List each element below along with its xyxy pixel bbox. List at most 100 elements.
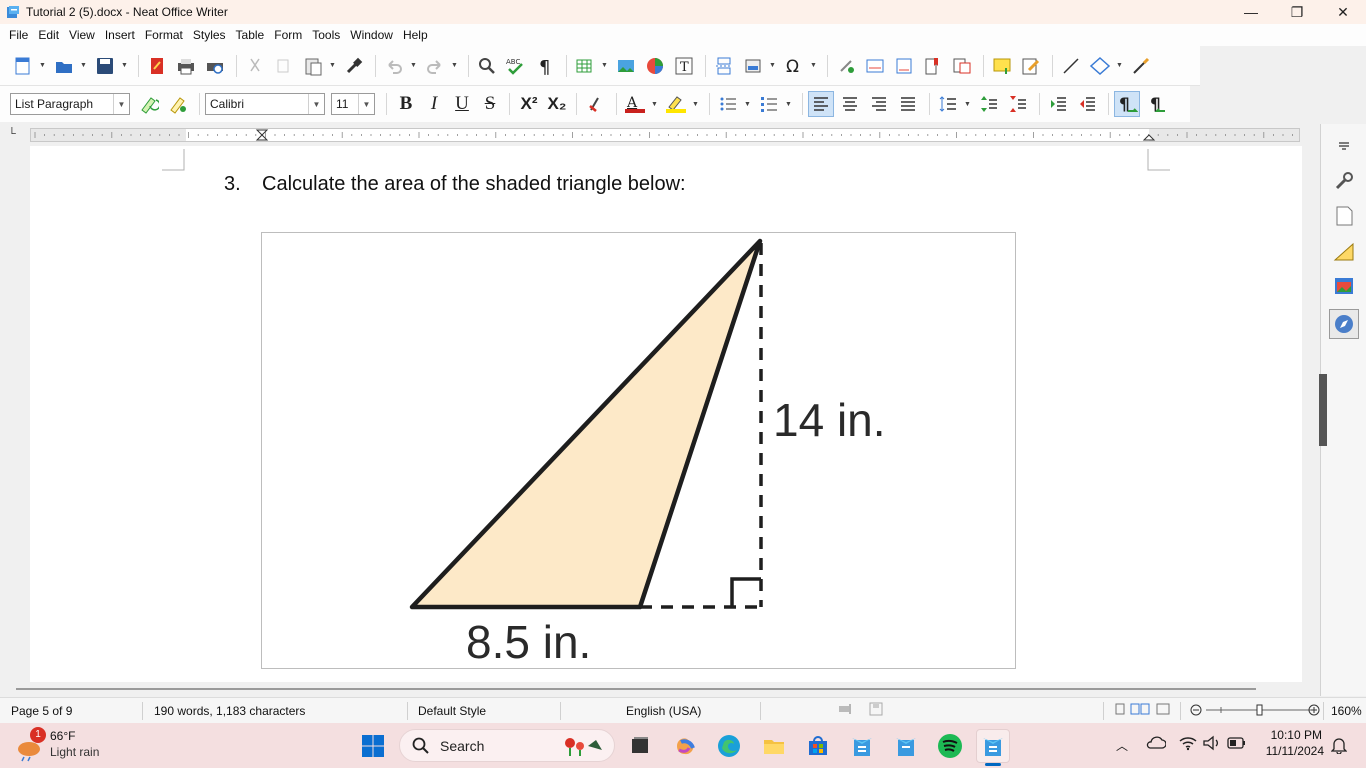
print-preview-icon[interactable] xyxy=(202,53,228,79)
menu-tools[interactable]: Tools xyxy=(307,28,345,42)
save-icon[interactable] xyxy=(92,53,118,79)
task-view-icon[interactable] xyxy=(623,729,657,763)
neat-office-taskbar-icon-2[interactable] xyxy=(889,729,923,763)
align-center-icon[interactable] xyxy=(837,91,863,117)
microsoft-store-icon[interactable] xyxy=(801,729,835,763)
print-icon[interactable] xyxy=(173,53,199,79)
new-style-icon[interactable] xyxy=(165,91,191,117)
zoom-slider[interactable] xyxy=(1190,703,1322,720)
menu-form[interactable]: Form xyxy=(269,28,307,42)
ordered-list-icon[interactable] xyxy=(756,91,782,117)
font-color-icon[interactable]: A xyxy=(622,91,648,117)
align-left-icon[interactable] xyxy=(808,91,834,117)
insert-field-icon[interactable] xyxy=(740,53,766,79)
chevron-down-icon[interactable]: ▼ xyxy=(113,94,129,114)
insert-footnote-icon[interactable] xyxy=(862,53,888,79)
question-paragraph[interactable]: 3. Calculate the area of the shaded trian… xyxy=(224,173,686,196)
draw-function-icon[interactable] xyxy=(1128,53,1154,79)
menu-styles[interactable]: Styles xyxy=(188,28,231,42)
notification-bell-icon[interactable] xyxy=(1330,736,1348,757)
volume-icon[interactable] xyxy=(1202,735,1222,754)
undo-dropdown-icon[interactable]: ▼ xyxy=(410,62,418,69)
restore-button[interactable]: ❐ xyxy=(1274,0,1320,24)
spelling-icon[interactable]: ABC xyxy=(503,53,529,79)
shapes-dropdown-icon[interactable]: ▼ xyxy=(1116,62,1124,69)
right-to-left-icon[interactable]: ¶ xyxy=(1143,91,1169,117)
minimize-button[interactable]: — xyxy=(1228,0,1274,24)
line-spacing-icon[interactable] xyxy=(935,91,961,117)
start-button[interactable] xyxy=(356,729,390,763)
insert-line-icon[interactable] xyxy=(1058,53,1084,79)
justify-icon[interactable] xyxy=(895,91,921,117)
update-style-icon[interactable] xyxy=(136,91,162,117)
left-to-right-icon[interactable]: ¶ xyxy=(1114,91,1140,117)
spotify-icon[interactable] xyxy=(933,729,967,763)
navigator-icon[interactable] xyxy=(1328,309,1359,339)
document-canvas[interactable]: 3. Calculate the area of the shaded trian… xyxy=(0,146,1320,682)
italic-button[interactable]: I xyxy=(420,93,448,115)
underline-button[interactable]: U xyxy=(448,93,476,115)
highlight-color-icon[interactable] xyxy=(663,91,689,117)
open-dropdown-icon[interactable]: ▼ xyxy=(80,62,88,69)
triangle-figure[interactable]: 14 in. 8.5 in. xyxy=(261,232,1016,669)
document-modified-icon[interactable] xyxy=(869,702,883,719)
clock-time[interactable]: 10:10 PM xyxy=(1262,728,1322,742)
track-changes-icon[interactable] xyxy=(1018,53,1044,79)
special-char-dropdown-icon[interactable]: ▼ xyxy=(810,62,818,69)
page-style[interactable]: Default Style xyxy=(418,704,486,718)
open-folder-icon[interactable] xyxy=(51,53,77,79)
menu-table[interactable]: Table xyxy=(231,28,270,42)
menu-edit[interactable]: Edit xyxy=(33,28,64,42)
redo-dropdown-icon[interactable]: ▼ xyxy=(451,62,459,69)
properties-icon[interactable] xyxy=(1332,169,1356,193)
formatting-marks-icon[interactable]: ¶ xyxy=(532,53,558,79)
align-right-icon[interactable] xyxy=(866,91,892,117)
special-character-icon[interactable]: Ω xyxy=(781,53,807,79)
unordered-list-icon[interactable] xyxy=(715,91,741,117)
subscript-button[interactable]: X₂ xyxy=(543,94,571,114)
new-dropdown-icon[interactable]: ▼ xyxy=(39,62,47,69)
word-count[interactable]: 190 words, 1,183 characters xyxy=(154,704,305,718)
styles-icon[interactable] xyxy=(1332,239,1356,263)
tab-stop-selector-icon[interactable]: └ xyxy=(8,128,16,140)
clear-formatting-icon[interactable] xyxy=(582,91,608,117)
increase-indent-icon[interactable] xyxy=(1045,91,1071,117)
battery-icon[interactable] xyxy=(1227,737,1247,752)
paragraph-style-select[interactable]: List Paragraph ▼ xyxy=(10,93,130,115)
zoom-level[interactable]: 160% xyxy=(1331,704,1362,718)
menu-insert[interactable]: Insert xyxy=(100,28,140,42)
page-icon[interactable] xyxy=(1332,204,1356,228)
insert-hyperlink-icon[interactable] xyxy=(833,53,859,79)
selection-mode-icon[interactable] xyxy=(838,703,852,718)
paste-dropdown-icon[interactable]: ▼ xyxy=(329,62,337,69)
menu-view[interactable]: View xyxy=(64,28,100,42)
insert-table-icon[interactable] xyxy=(572,53,598,79)
export-pdf-icon[interactable] xyxy=(144,53,170,79)
undo-icon[interactable] xyxy=(381,53,407,79)
menu-format[interactable]: Format xyxy=(140,28,188,42)
paste-icon[interactable] xyxy=(300,53,326,79)
menu-window[interactable]: Window xyxy=(345,28,398,42)
line-spacing-dropdown-icon[interactable]: ▼ xyxy=(964,101,972,108)
bold-button[interactable]: B xyxy=(392,93,420,115)
cut-icon[interactable] xyxy=(242,53,268,79)
superscript-button[interactable]: X² xyxy=(515,94,543,114)
insert-textbox-icon[interactable]: T xyxy=(671,53,697,79)
save-dropdown-icon[interactable]: ▼ xyxy=(121,62,129,69)
insert-chart-icon[interactable] xyxy=(642,53,668,79)
insert-comment-icon[interactable] xyxy=(989,53,1015,79)
new-document-icon[interactable] xyxy=(10,53,36,79)
clock-date[interactable]: 11/11/2024 xyxy=(1258,744,1324,758)
sidebar-resize-handle[interactable] xyxy=(1319,374,1327,446)
font-size-select[interactable]: 11 ▼ xyxy=(331,93,375,115)
show-hidden-icons-chevron-icon[interactable]: ︿ xyxy=(1116,737,1128,754)
insert-cross-reference-icon[interactable] xyxy=(949,53,975,79)
highlight-dropdown-icon[interactable]: ▼ xyxy=(692,101,700,108)
taskbar-search[interactable]: Search xyxy=(399,729,615,762)
find-replace-icon[interactable] xyxy=(474,53,500,79)
page-count[interactable]: Page 5 of 9 xyxy=(11,704,72,718)
numbering-dropdown-icon[interactable]: ▼ xyxy=(785,101,793,108)
font-name-select[interactable]: Calibri ▼ xyxy=(205,93,325,115)
table-dropdown-icon[interactable]: ▼ xyxy=(601,62,609,69)
font-color-dropdown-icon[interactable]: ▼ xyxy=(651,101,659,108)
